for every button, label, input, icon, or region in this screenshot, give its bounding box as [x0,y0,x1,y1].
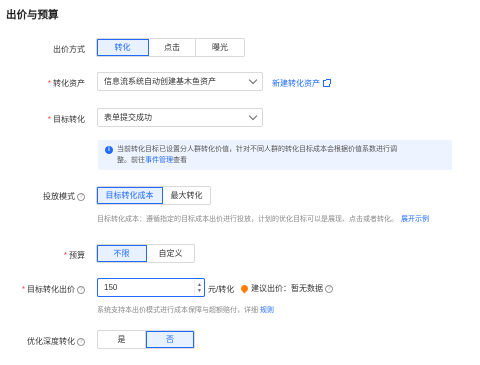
help-icon[interactable]: ? [77,337,85,346]
bid-method-option-impression[interactable]: 曝光 [196,39,244,56]
stepper-down-icon[interactable]: ▼ [197,288,202,294]
conversion-asset-value: 信息流系统自动创建基木鱼资产 [104,77,216,86]
target-bid-unit: 元/转化 [208,285,235,294]
target-conversion-value: 表单提交成功 [104,113,152,122]
info-notice: i 当前转化目标已设置分人群转化价值，针对不同人群的转化目标成本会根据价值系数进… [98,140,452,170]
info-notice-text: 当前转化目标已设置分人群转化价值，针对不同人群的转化目标成本会根据价值系数进行调… [117,146,397,164]
delivery-mode-option-max-conversion[interactable]: 最大转化 [163,187,210,204]
conversion-asset-select[interactable]: 信息流系统自动创建基木鱼资产 [97,72,263,91]
delivery-mode-option-target-cost[interactable]: 目标转化成本 [97,187,163,204]
help-icon[interactable]: ? [77,285,85,294]
section-title: 出价与预算 [6,9,59,21]
target-conversion-select[interactable]: 表单提交成功 [97,108,263,127]
target-conversion-label: * 目标转化 [47,115,85,124]
deep-conversion-option-no[interactable]: 否 [146,331,194,348]
bid-method-option-conversion[interactable]: 转化 [97,39,149,56]
budget-option-custom[interactable]: 自定义 [147,245,194,262]
deep-conversion-option-yes[interactable]: 是 [98,331,146,348]
new-conversion-asset-link[interactable]: 新建转化资产 [272,78,331,89]
chevron-down-icon [248,75,258,85]
help-icon[interactable]: ? [325,284,333,293]
rules-link[interactable]: 规则 [260,307,274,314]
location-pin-icon [239,283,250,294]
budget-label: * 预算 [63,251,85,260]
external-link-icon [323,79,331,88]
expand-example-link[interactable]: 展开示例 [401,216,429,223]
budget-segmented: 不限 自定义 [96,244,195,263]
target-bid-label: * 目标转化出价? [22,284,85,295]
delivery-mode-label: 投放模式? [43,191,85,202]
event-management-link[interactable]: 事件管理 [145,157,173,164]
delivery-mode-hint: 目标转化成本：遵循指定的目标成本出价进行投放，计划的优化目标可以是展现、点击或者… [97,216,429,223]
budget-option-unlimited[interactable]: 不限 [97,245,147,262]
chevron-down-icon [248,111,258,121]
target-bid-input[interactable]: 150 ▲ ▼ [97,278,205,297]
help-icon[interactable]: ? [77,192,85,201]
target-bid-stepper[interactable]: ▲ ▼ [194,279,204,296]
deep-conversion-label: 优化深度转化? [27,336,85,347]
info-icon: i [105,146,113,154]
bid-method-segmented: 转化 点击 曝光 [96,38,245,57]
deep-conversion-segmented: 是 否 [97,330,195,349]
delivery-mode-segmented: 目标转化成本 最大转化 [96,186,211,205]
conversion-asset-label: * 转化资产 [47,79,85,88]
suggested-bid: 建议出价：暂无数据? [239,283,333,294]
bid-method-option-click[interactable]: 点击 [149,39,196,56]
target-bid-value[interactable]: 150 [98,283,194,292]
target-bid-hint: 系统支持本出价模式进行成本保障与超额赔付，详细 规则 [97,307,274,314]
bid-method-label: 出价方式 [53,45,85,54]
